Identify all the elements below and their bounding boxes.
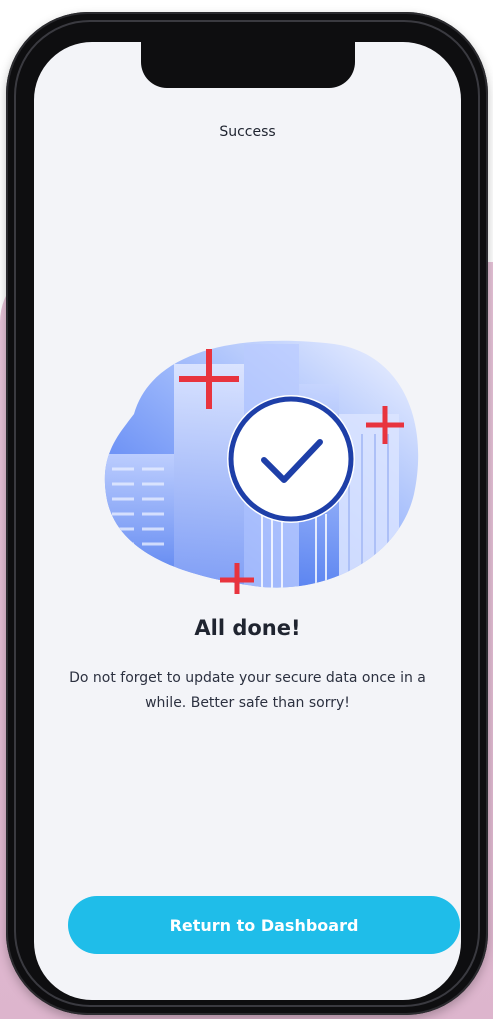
- phone-notch: [141, 42, 355, 88]
- return-to-dashboard-button[interactable]: Return to Dashboard: [68, 896, 460, 954]
- page-title: Success: [219, 124, 276, 140]
- illustration-svg: [104, 340, 419, 597]
- success-heading: All done!: [194, 616, 301, 640]
- success-message: Do not forget to update your secure data…: [69, 670, 426, 711]
- stage: Success All done! Do not forget to updat…: [0, 0, 493, 1019]
- check-circle-icon: [227, 395, 355, 523]
- phone-screen: Success All done! Do not forget to updat…: [34, 42, 461, 1000]
- success-illustration: [94, 304, 419, 597]
- phone-frame: Success All done! Do not forget to updat…: [6, 12, 488, 1015]
